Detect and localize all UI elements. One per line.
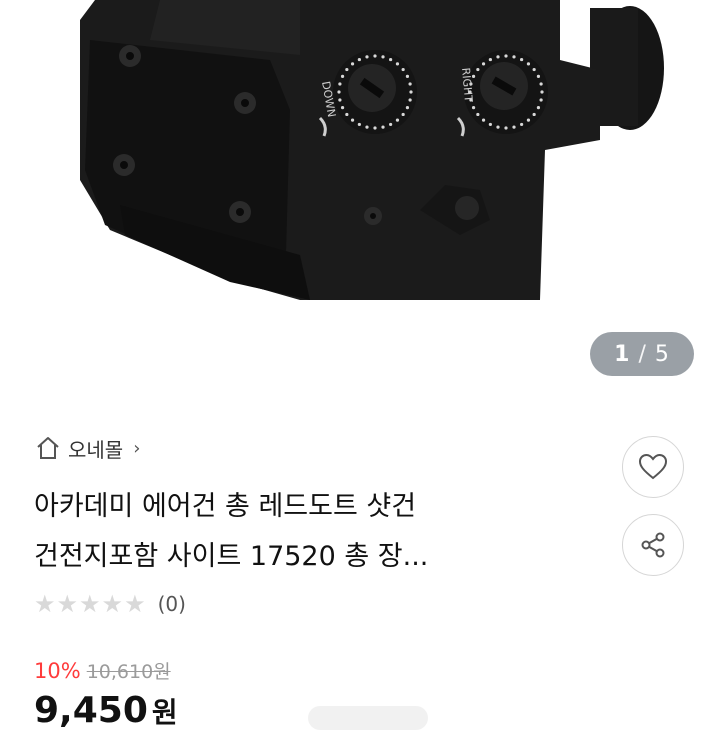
store-name: 오네몰 (68, 437, 124, 462)
dial-dot (476, 112, 480, 117)
dial-dot (526, 118, 531, 122)
dial-dot (496, 55, 500, 59)
dial-dot (365, 55, 369, 59)
dial-dot (536, 74, 541, 78)
dial-dot (357, 57, 361, 62)
like-button[interactable] (622, 436, 684, 498)
product-title-line1: 아카데미 에어건 총 레드도트 샷건 (34, 491, 417, 522)
dial-dot (520, 122, 524, 127)
dial-dot (520, 57, 524, 62)
dial-dot (512, 55, 516, 59)
dial-dot (401, 112, 405, 117)
dial-dot (395, 118, 400, 122)
dial-dot (365, 125, 369, 129)
dial-dot (526, 62, 531, 66)
star-icon: ★ (34, 590, 56, 618)
dial-dot (401, 67, 405, 72)
dial-dot (512, 125, 516, 129)
dial-dot (532, 112, 536, 117)
dial-dot (340, 74, 345, 78)
dial-dot (345, 112, 349, 117)
dial-dot (471, 106, 476, 110)
dial-dot (504, 126, 508, 130)
star-icon: ★ (79, 590, 101, 618)
dial-dot (350, 118, 355, 122)
final-price: 9,450 원 (34, 690, 178, 731)
dial-dot (373, 126, 377, 130)
dial-dot (389, 122, 393, 127)
dial-dot (481, 118, 486, 122)
dial-dot (481, 62, 486, 66)
dial-dot (536, 106, 541, 110)
share-icon (641, 532, 665, 558)
page-separator: / (638, 341, 647, 367)
price-row: 10% 10,610원 (34, 657, 171, 684)
dial-dot (338, 98, 342, 102)
discount-rate: 10% (34, 659, 81, 683)
current-page: 1 (614, 341, 631, 367)
product-image-carousel[interactable]: DOWN RIGHT 1 / 5 (0, 0, 719, 400)
star-icon: ★ (124, 590, 146, 618)
dial-dot (488, 122, 492, 127)
star-rating: ★ ★ ★ ★ ★ (34, 592, 146, 616)
dial-dot (350, 62, 355, 66)
dial-dot (540, 90, 544, 94)
chevron-right-icon: › (133, 437, 141, 459)
share-button[interactable] (622, 514, 684, 576)
dial-dot (532, 67, 536, 72)
original-price: 10,610원 (86, 661, 171, 683)
dial-dot (381, 55, 385, 59)
final-price-amount: 9,450 (34, 690, 148, 731)
dial-dot (357, 122, 361, 127)
review-count: (0) (157, 592, 186, 616)
bottom-bar-handle (308, 706, 428, 730)
dial-dot (340, 106, 345, 110)
dial-dot (539, 82, 543, 86)
dial-dot (373, 54, 377, 58)
heart-icon (638, 453, 668, 480)
product-title-line2: 건전지포함 사이트 17520 총 장... (34, 541, 429, 572)
rating[interactable]: ★ ★ ★ ★ ★ (0) (34, 592, 186, 616)
dial-dot (381, 125, 385, 129)
dial-dot (395, 62, 400, 66)
dial-dot (476, 67, 480, 72)
dial-dot (496, 125, 500, 129)
total-pages: 5 (654, 341, 670, 367)
dial-dot (405, 106, 410, 110)
dial-dot (408, 98, 412, 102)
star-icon: ★ (56, 590, 79, 618)
dial-dot (504, 54, 508, 58)
dial-dot (338, 82, 342, 86)
dial-dot (488, 57, 492, 62)
dial-dot (539, 98, 543, 102)
star-icon: ★ (101, 590, 124, 618)
image-page-counter: 1 / 5 (590, 332, 694, 376)
dial-dot (409, 90, 413, 94)
dial-dot (337, 90, 341, 94)
dial-dot (389, 57, 393, 62)
dial-dot (345, 67, 349, 72)
product-title: 아카데미 에어건 총 레드도트 샷건 건전지포함 사이트 17520 총 장..… (34, 482, 594, 582)
final-price-unit: 원 (151, 696, 178, 729)
dial-dot (405, 74, 410, 78)
store-link[interactable]: 오네몰 › (34, 432, 140, 464)
home-icon (37, 437, 59, 459)
dial-dot (408, 82, 412, 86)
